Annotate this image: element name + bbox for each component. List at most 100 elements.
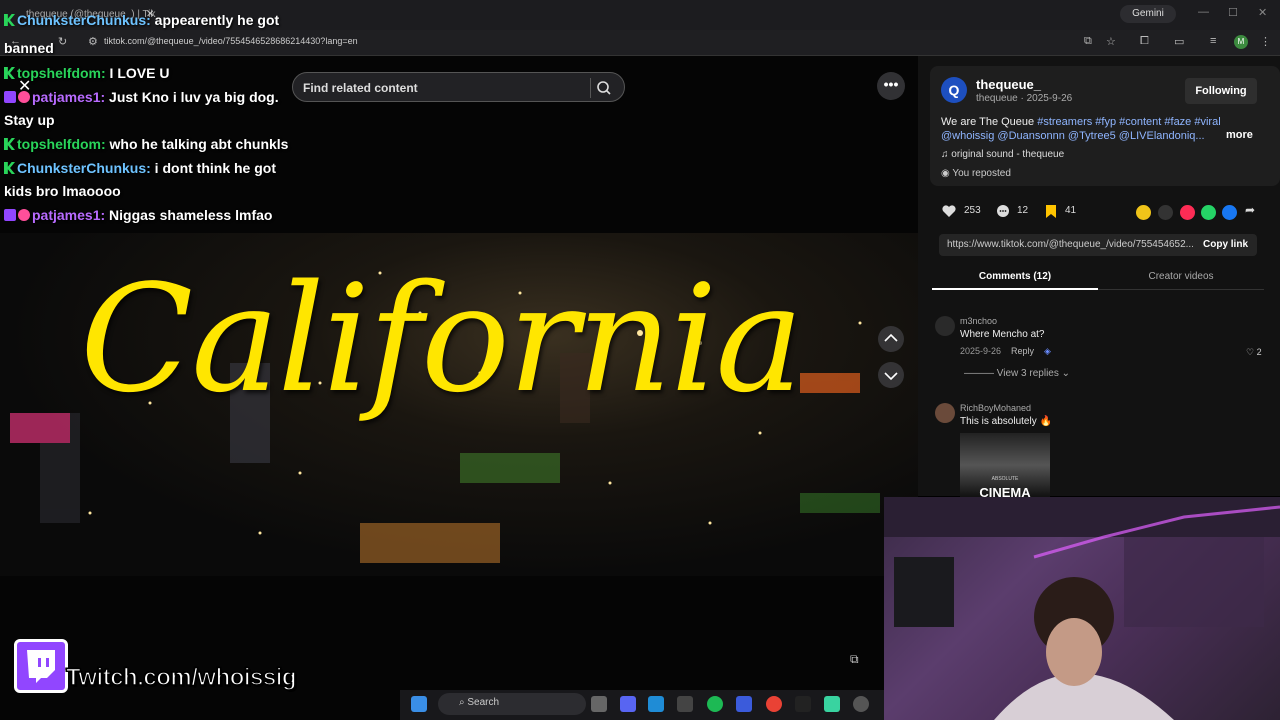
pip-icon[interactable]: ⧉ [850,652,868,670]
chat-username: ChunksterChunkus: [17,160,151,176]
kick-badge-icon [4,67,15,79]
webcam-scene-illustration [884,497,1280,720]
terminal-icon[interactable] [795,696,811,712]
translate-icon[interactable]: ◈ [1044,346,1051,357]
share-send-icon[interactable] [1180,205,1195,220]
chat-message: patjames1: Just Kno i luv ya big dog. [4,85,279,109]
comment-reply-button[interactable]: Reply [1011,346,1034,356]
comment-username[interactable]: m3nchoo [960,316,997,326]
twitch-badge-icon [4,209,16,221]
view-replies-button[interactable]: ——— View 3 replies ⌄ [964,368,1070,379]
sticker-caption: CINEMA [979,485,1031,497]
twitch-badge-icon [4,91,16,103]
related-search-input[interactable] [303,79,573,97]
comment-heart-icon: ♡ [1246,347,1257,357]
chat-message: banned [4,36,54,60]
chevron-down-icon [884,372,898,381]
comment-username[interactable]: RichBoyMohaned [960,403,1031,413]
reload-icon[interactable]: ↻ [58,35,67,48]
sound-link[interactable]: ♫ original sound - thequeue [941,149,1064,160]
streamer-webcam [884,497,1280,720]
comment-avatar[interactable] [935,316,955,336]
extensions-icon[interactable]: ⧠ [1140,35,1149,48]
chat-text: i dont think he got [150,160,276,176]
video-description: We are The Queue #streamers #fyp #conten… [941,115,1221,143]
chat-text: Niggas shameless lmfao [105,207,273,223]
gemini-button[interactable]: Gemini [1120,5,1176,23]
obs-icon[interactable] [853,696,869,712]
site-info-icon[interactable]: ⚙ [88,35,98,48]
bookmark-icon[interactable] [1043,203,1059,219]
chat-text: banned [4,40,54,56]
copy-link-button[interactable]: Copy link [1203,239,1248,250]
taskbar-search-text: Search [467,697,500,708]
install-icon[interactable]: ⧉ [1084,35,1092,48]
description-hashtags[interactable]: #streamers #fyp #content #faze #viral [1037,116,1220,128]
music-note-icon: ♫ [941,149,952,160]
taskbar-search-label: ⌕ Search [459,697,499,708]
chevron-up-icon [884,333,898,342]
author-name[interactable]: thequeue_ [976,77,1041,92]
video-link-field[interactable]: https://www.tiktok.com/@thequeue_/video/… [947,239,1193,250]
chat-username: topshelfdom: [17,65,106,81]
heart-icon[interactable] [941,203,957,219]
chat-text: kids bro lmaoooo [4,183,121,199]
sticker-subtext: ABSOLUTE [991,476,1019,482]
chat-username: patjames1: [32,207,106,223]
chevron-down-icon: ⌄ [1058,368,1071,379]
save-count: 41 [1065,205,1077,216]
menu-kebab-icon[interactable]: ⋮ [1260,35,1271,48]
comment-icon[interactable] [995,203,1011,219]
chat-message: patjames1: Niggas shameless lmfao [4,203,272,227]
twitch-glyph-icon [27,650,55,683]
share-coin-icon[interactable] [1136,205,1151,220]
replies-line: ——— [964,368,997,379]
tab-creator-videos[interactable]: Creator videos [1098,264,1264,290]
heart-badge-icon [18,91,30,103]
url-field[interactable]: tiktok.com/@thequeue_/video/755454652868… [104,36,358,46]
start-icon[interactable] [411,696,427,712]
kick-badge-icon [4,14,15,26]
facebook-icon[interactable] [1222,205,1237,220]
sidepanel-icon[interactable]: ▭ [1174,35,1184,48]
chat-message: topshelfdom: who he talking abt chunkls [4,132,288,156]
comment-avatar[interactable] [935,403,955,423]
kick-badge-icon [4,138,15,150]
maximize-icon[interactable]: ☐ [1228,6,1238,19]
author-avatar[interactable]: Q [941,77,967,103]
comment-like-count: 2 [1256,347,1262,357]
comment-image-sticker[interactable]: ABSOLUTE CINEMA [960,433,1050,497]
description-more-link[interactable]: more [1226,129,1253,141]
window-close-icon[interactable]: ✕ [1258,6,1267,19]
profile-avatar[interactable]: M [1234,35,1248,49]
minimize-icon[interactable]: — [1198,6,1209,18]
chat-username: patjames1: [32,89,106,105]
spotify-icon[interactable] [707,696,723,712]
whatsapp-icon[interactable] [1201,205,1216,220]
more-options-button[interactable]: ••• [877,72,905,100]
chrome-icon[interactable] [766,696,782,712]
video-overlay-title: California [80,253,804,425]
following-button[interactable]: Following [1185,78,1257,104]
downloads-icon[interactable]: ≡ [1210,35,1216,47]
previous-video-button[interactable] [878,326,904,352]
task-view-icon[interactable] [591,696,607,712]
embed-icon[interactable] [1158,205,1173,220]
comment-like[interactable]: ♡ 2 [1246,347,1262,358]
app-green-icon[interactable] [824,696,840,712]
bookmark-star-icon[interactable]: ☆ [1106,35,1116,48]
description-mentions[interactable]: @whoissig @Duansonnn @Tytree5 @LIVElando… [941,130,1205,142]
edge-icon[interactable] [648,696,664,712]
share-arrow-icon[interactable]: ➦ [1245,203,1255,217]
related-search-bar[interactable] [292,72,625,102]
view-replies-label: View 3 replies [996,368,1059,379]
kick-badge-icon [4,162,15,174]
discord-icon[interactable] [620,696,636,712]
search-icon[interactable] [593,78,615,98]
repost-status: ◉ You reposted [941,168,1011,179]
comment-count: 12 [1017,205,1029,216]
next-video-button[interactable] [878,362,904,388]
tab-comments[interactable]: Comments (12) [932,264,1098,290]
store-icon[interactable] [677,696,693,712]
app-icon[interactable] [736,696,752,712]
